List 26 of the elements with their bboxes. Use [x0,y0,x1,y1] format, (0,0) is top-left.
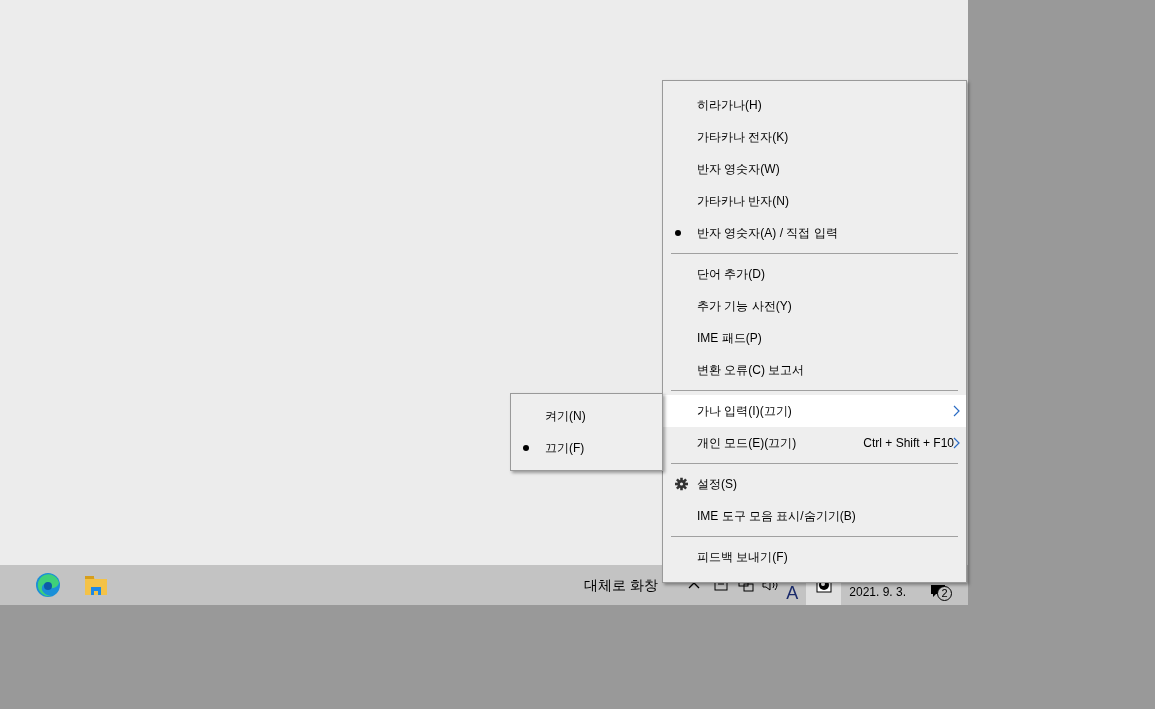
menu-item[interactable]: IME 도구 모음 표시/숨기기(B) [663,500,966,532]
shortcut-text: Ctrl + Shift + F10 [863,435,954,452]
menu-item[interactable]: 히라가나(H) [663,89,966,121]
menu-item[interactable]: 켜기(N) [511,400,662,432]
notification-button[interactable]: 2 [930,581,952,603]
menu-item[interactable]: 가나 입력(I)(끄기) [663,395,966,427]
menu-item[interactable]: IME 패드(P) [663,322,966,354]
menu-item[interactable]: 가타카나 전자(K) [663,121,966,153]
browser-icon[interactable] [35,572,61,598]
menu-item[interactable]: 개인 모드(E)(끄기) Ctrl + Shift + F10 [663,427,966,459]
ime-mode-indicator[interactable]: A [786,583,799,603]
menu-item[interactable]: 반자 영숫자(A) / 직접 입력 [663,217,966,249]
settings-icon [675,477,688,491]
menu-item[interactable]: 변환 오류(C) 보고서 [663,354,966,386]
menu-item[interactable]: 피드백 보내기(F) [663,541,966,573]
menu-item[interactable]: 가타카나 반자(N) [663,185,966,217]
menu-item[interactable]: 단어 추가(D) [663,258,966,290]
notification-count: 2 [937,586,952,601]
menu-item[interactable]: 추가 기능 사전(Y) [663,290,966,322]
radio-dot [675,230,681,236]
weather-text[interactable]: 대체로 화창 [584,574,659,596]
clock-date[interactable]: 2021. 9. 3. [849,583,906,601]
menu-item[interactable]: 설정(S) [663,468,966,500]
menu-item[interactable]: 끄기(F) [511,432,662,464]
radio-dot [523,445,529,451]
menu-item[interactable]: 반자 영숫자(W) [663,153,966,185]
